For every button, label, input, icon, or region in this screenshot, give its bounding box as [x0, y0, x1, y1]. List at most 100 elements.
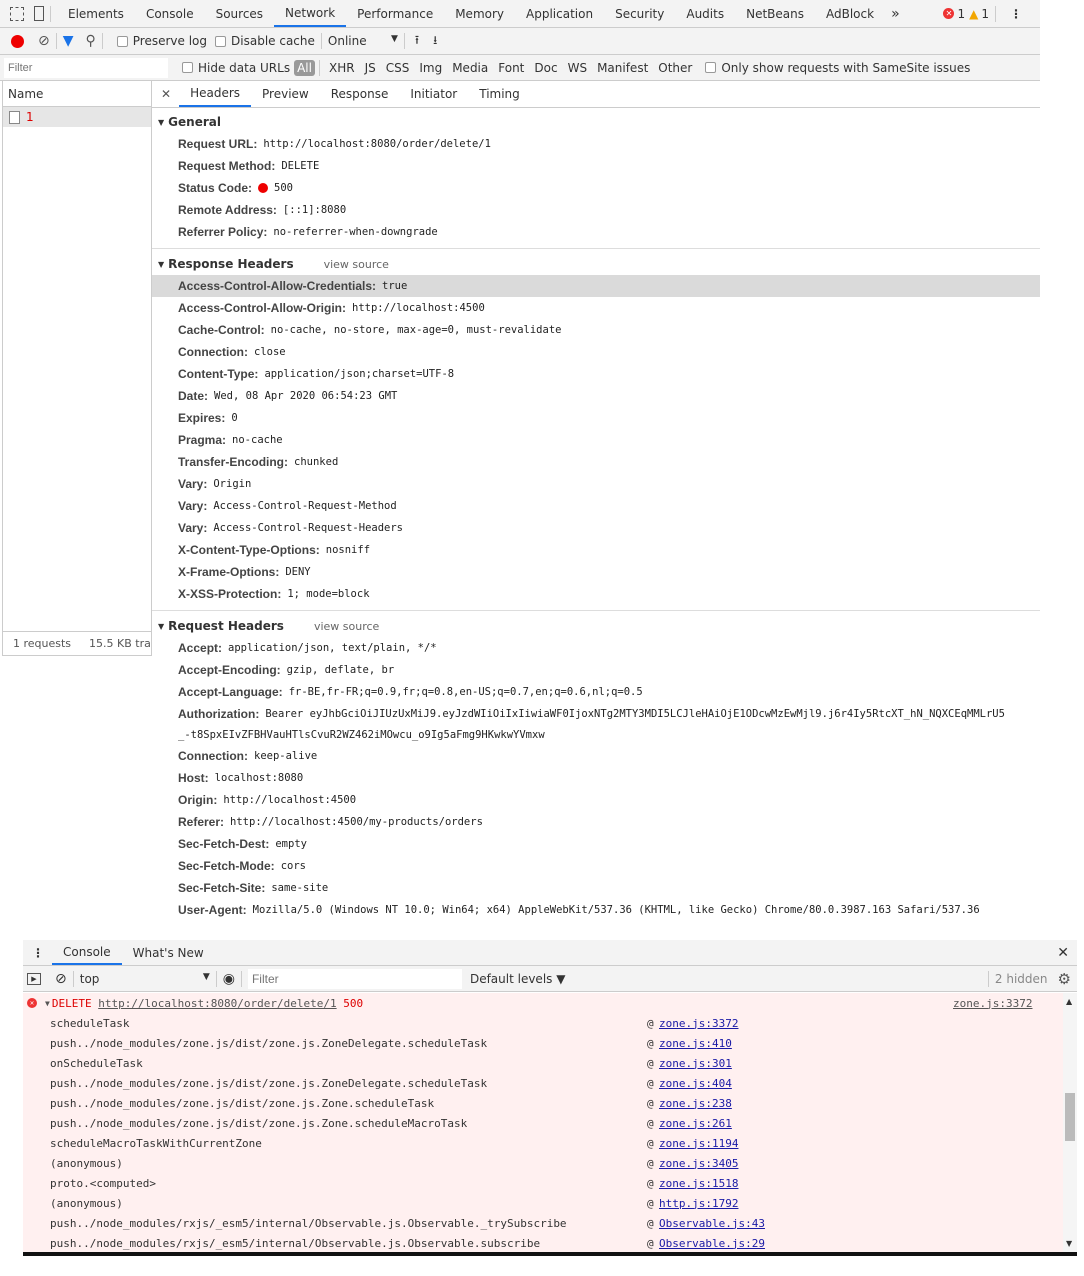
type-filter-other[interactable]: Other	[653, 61, 697, 75]
stack-source-link[interactable]: zone.js:3372	[659, 1017, 738, 1030]
error-icon: ✕	[27, 998, 37, 1008]
detail-tab-headers[interactable]: Headers	[179, 81, 252, 107]
detail-tab-response[interactable]: Response	[320, 81, 400, 107]
tab-application[interactable]: Application	[515, 0, 604, 27]
stack-source-link[interactable]: zone.js:3405	[659, 1157, 738, 1170]
drawer-tab-whats-new[interactable]: What's New	[122, 940, 215, 965]
scroll-down-icon[interactable]: ▼	[1066, 1239, 1072, 1248]
close-drawer-icon[interactable]: ✕	[1057, 945, 1069, 961]
general-section-toggle[interactable]: ▼ General	[152, 111, 1040, 133]
stack-source-link[interactable]: http.js:1792	[659, 1197, 738, 1210]
error-source-link[interactable]: zone.js:3372	[953, 997, 1032, 1010]
response-headers-toggle[interactable]: ▼ Response Headers view source	[152, 253, 1040, 275]
tab-security[interactable]: Security	[604, 0, 675, 27]
header-row: Status Code: 500	[152, 177, 1040, 199]
preserve-log-checkbox[interactable]	[116, 35, 128, 47]
tab-adblock[interactable]: AdBlock	[815, 0, 885, 27]
stack-source-link[interactable]: zone.js:1194	[659, 1137, 738, 1150]
header-value: no-cache	[232, 434, 283, 446]
header-value: cors	[280, 860, 306, 872]
type-filter-ws[interactable]: WS	[563, 61, 592, 75]
function-name: scheduleTask	[50, 1016, 130, 1030]
tab-network[interactable]: Network	[274, 0, 347, 27]
tab-performance[interactable]: Performance	[346, 0, 444, 27]
error-count[interactable]: 1	[957, 7, 965, 21]
sidebar-toggle-icon[interactable]: ▶	[27, 972, 41, 985]
inspect-element-icon[interactable]	[10, 6, 24, 21]
name-column-header[interactable]: Name	[3, 81, 151, 107]
stack-source-link[interactable]: zone.js:238	[659, 1097, 732, 1110]
header-row: Date: Wed, 08 Apr 2020 06:54:23 GMT	[152, 385, 1040, 407]
hide-data-urls-checkbox[interactable]	[182, 62, 193, 73]
type-filter-xhr[interactable]: XHR	[324, 61, 360, 75]
tab-netbeans[interactable]: NetBeans	[735, 0, 815, 27]
header-row: Request Method: DELETE	[152, 155, 1040, 177]
stack-source-link[interactable]: zone.js:404	[659, 1077, 732, 1090]
console-scrollbar[interactable]: ▲ ▼	[1063, 993, 1077, 1252]
search-icon[interactable]: ⚲	[86, 33, 96, 49]
error-url-link[interactable]: http://localhost:8080/order/delete/1	[98, 997, 336, 1010]
import-har-icon[interactable]: ⭱	[415, 31, 419, 52]
detail-tab-timing[interactable]: Timing	[468, 81, 531, 107]
header-value: http://localhost:8080/order/delete/1	[263, 138, 491, 150]
close-detail-icon[interactable]: ✕	[161, 87, 171, 101]
tab-audits[interactable]: Audits	[675, 0, 735, 27]
request-headers-toggle[interactable]: ▼ Request Headers view source	[152, 615, 1040, 637]
view-source-link[interactable]: view source	[324, 258, 389, 271]
scroll-up-icon[interactable]: ▲	[1066, 997, 1072, 1006]
log-levels-select[interactable]: Default levels ▼	[470, 972, 566, 986]
type-filter-all[interactable]: All	[294, 59, 315, 76]
detail-tab-initiator[interactable]: Initiator	[399, 81, 468, 107]
samesite-checkbox[interactable]	[705, 62, 717, 73]
type-filter-font[interactable]: Font	[493, 61, 529, 75]
scrollbar-thumb[interactable]	[1065, 1093, 1075, 1141]
device-toolbar-icon[interactable]	[34, 6, 44, 21]
type-filter-media[interactable]: Media	[447, 61, 493, 75]
type-filter-manifest[interactable]: Manifest	[592, 61, 653, 75]
at-symbol: @	[647, 1176, 654, 1190]
context-select[interactable]: top ▼	[80, 972, 210, 986]
export-har-icon[interactable]: ⭳	[433, 31, 437, 52]
stack-source-link[interactable]: zone.js:261	[659, 1117, 732, 1130]
detail-tabs: ✕ Headers Preview Response Initiator Timing	[152, 81, 1040, 108]
disable-cache-checkbox[interactable]	[215, 35, 227, 47]
stack-source-link[interactable]: Observable.js:29	[659, 1237, 765, 1250]
error-icon[interactable]: ✕	[943, 8, 955, 19]
view-source-link[interactable]: view source	[314, 620, 379, 633]
filter-input[interactable]	[4, 57, 168, 78]
drawer-tab-console[interactable]: Console	[52, 940, 122, 965]
type-filter-js[interactable]: JS	[360, 61, 381, 75]
stack-source-link[interactable]: zone.js:410	[659, 1037, 732, 1050]
console-messages: ✕ ▼ DELETE http://localhost:8080/order/d…	[23, 993, 1063, 1252]
header-name: Connection:	[178, 345, 248, 359]
tab-memory[interactable]: Memory	[444, 0, 515, 27]
tab-elements[interactable]: Elements	[57, 0, 135, 27]
throttle-select[interactable]: Online ▼	[328, 34, 398, 48]
tab-sources[interactable]: Sources	[205, 0, 274, 27]
request-row[interactable]: 1	[3, 107, 151, 127]
detail-tab-preview[interactable]: Preview	[251, 81, 320, 107]
stack-source-link[interactable]: zone.js:301	[659, 1057, 732, 1070]
stack-source-link[interactable]: zone.js:1518	[659, 1177, 738, 1190]
clear-icon[interactable]: ⊘	[38, 33, 50, 49]
settings-gear-icon[interactable]: ⚙	[1058, 970, 1071, 988]
console-filter-input[interactable]	[247, 968, 462, 989]
stack-source-link[interactable]: Observable.js:43	[659, 1217, 765, 1230]
type-filter-doc[interactable]: Doc	[529, 61, 562, 75]
warning-icon[interactable]: ▲	[969, 7, 978, 21]
tab-console[interactable]: Console	[135, 0, 205, 27]
live-expression-eye-icon[interactable]: ◉	[223, 971, 235, 987]
type-filter-img[interactable]: Img	[414, 61, 447, 75]
console-error-message[interactable]: ✕ ▼ DELETE http://localhost:8080/order/d…	[23, 993, 1063, 1013]
record-icon[interactable]	[11, 34, 24, 48]
drawer-menu-icon[interactable]: ⋮	[32, 946, 44, 960]
header-name: Pragma:	[178, 433, 227, 447]
menu-kebab-icon[interactable]: ⋮	[1010, 7, 1022, 21]
warning-count[interactable]: 1	[981, 7, 989, 21]
more-tabs-icon[interactable]: »	[891, 6, 900, 22]
transfer-size: 15.5 KB tran	[89, 637, 151, 650]
clear-console-icon[interactable]: ⊘	[55, 971, 67, 987]
filter-icon[interactable]: ▼	[63, 33, 74, 49]
expand-triangle-icon[interactable]: ▼	[45, 999, 50, 1008]
type-filter-css[interactable]: CSS	[381, 61, 415, 75]
